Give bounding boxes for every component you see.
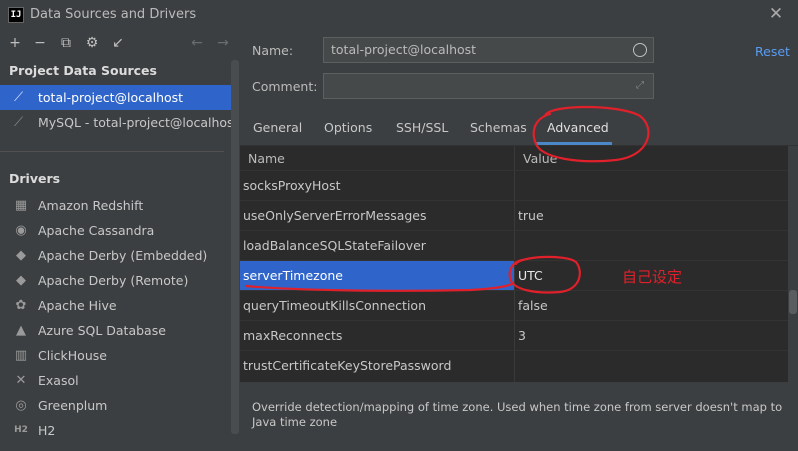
drivers-title: Drivers [9,171,61,186]
section-divider [0,151,224,152]
table-row[interactable]: socksProxyHost [240,170,788,200]
driver-item-greenplum[interactable]: ◎ Greenplum [0,393,233,418]
property-value[interactable]: true [518,201,544,231]
driver-label: Apache Derby (Embedded) [38,248,208,263]
property-description: Override detection/mapping of time zone.… [252,400,783,429]
back-arrow-icon[interactable]: ← [188,34,206,52]
table-row[interactable]: useOnlyServerErrorMessages true [240,200,788,230]
settings-wrench-icon[interactable]: ⚙ [83,34,101,52]
duplicate-icon[interactable]: ⧉ [57,34,75,52]
annotation-note: 自己设定 [622,268,683,286]
driver-label: H2 [38,423,56,438]
driver-item-apache-derby-embedded[interactable]: ◆ Apache Derby (Embedded) [0,243,233,268]
driver-label: Amazon Redshift [38,198,144,213]
driver-item-apache-hive[interactable]: ✿ Apache Hive [0,293,233,318]
app-logo-icon: IJ [8,7,24,23]
driver-label: Azure SQL Database [38,323,166,338]
derby-icon: ◆ [16,273,26,288]
property-value[interactable]: false [518,291,548,321]
tab-schemas[interactable]: Schemas [470,120,527,135]
greenplum-icon: ◎ [15,398,27,413]
clickhouse-icon: ▥ [14,348,28,363]
comment-label: Comment: [252,79,318,94]
title-bar: IJ Data Sources and Drivers ✕ [0,0,798,30]
driver-label: Exasol [38,373,79,388]
table-scrollbar[interactable] [789,290,797,314]
import-icon[interactable]: ↙ [109,34,127,52]
exasol-icon: ✕ [15,373,27,388]
left-scrollbar[interactable] [231,60,239,434]
name-label: Name: [252,43,294,58]
driver-item-exasol[interactable]: ✕ Exasol [0,368,233,393]
property-value[interactable]: 3 [518,321,526,351]
driver-item-h2[interactable]: H2 H2 [0,418,233,443]
derby-icon: ◆ [16,248,26,263]
driver-label: Apache Cassandra [38,223,155,238]
expand-icon[interactable]: ⤢ [636,80,644,91]
database-plug-icon: ⟋ [14,115,24,130]
table-row[interactable]: trustCertificateKeyStorePassword [240,350,788,380]
tab-advanced[interactable]: Advanced [547,120,609,135]
property-name: maxReconnects [243,328,343,343]
property-name: loadBalanceSQLStateFailover [243,238,426,253]
left-toolbar: + − ⧉ ⚙ ↙ ← → [0,30,240,58]
driver-item-clickhouse[interactable]: ▥ ClickHouse [0,343,233,368]
driver-label: Greenplum [38,398,108,413]
property-name: trustCertificateKeyStorePassword [243,358,452,373]
driver-label: Apache Derby (Remote) [38,273,189,288]
data-source-label: total-project@localhost [38,90,184,105]
remove-icon[interactable]: − [31,34,49,52]
database-plug-icon: ⟋ [14,90,24,105]
h2-icon: H2 [14,425,28,435]
data-source-item[interactable]: ⟋ total-project@localhost [0,85,233,110]
data-source-item[interactable]: ⟋ MySQL - total-project@localhost [0,110,233,135]
cassandra-icon: ◉ [15,223,27,238]
column-header-name[interactable]: Name [248,151,285,166]
table-row[interactable]: queryTimeoutKillsConnection false [240,290,788,320]
property-name: socksProxyHost [243,178,341,193]
driver-item-apache-derby-remote[interactable]: ◆ Apache Derby (Remote) [0,268,233,293]
hive-icon: ✿ [15,298,27,313]
window-title: Data Sources and Drivers [30,7,197,22]
driver-label: ClickHouse [38,348,107,363]
name-field[interactable]: total-project@localhost [323,37,654,63]
tab-general[interactable]: General [253,120,302,135]
property-name: queryTimeoutKillsConnection [243,298,427,313]
property-name: useOnlyServerErrorMessages [243,208,427,223]
redshift-icon: ▦ [14,198,28,213]
data-source-label: MySQL - total-project@localhost [38,115,233,130]
driver-label: Apache Hive [38,298,117,313]
driver-item-apache-cassandra[interactable]: ◉ Apache Cassandra [0,218,233,243]
close-button[interactable]: ✕ [766,4,786,24]
color-circle-icon[interactable] [633,43,647,57]
comment-field[interactable] [323,73,654,99]
table-row[interactable]: loadBalanceSQLStateFailover [240,230,788,260]
table-row-selected[interactable]: serverTimezone UTC [240,260,788,291]
table-row[interactable]: maxReconnects 3 [240,320,788,350]
driver-item-amazon-redshift[interactable]: ▦ Amazon Redshift [0,193,233,218]
property-value-editor[interactable]: UTC [518,261,543,291]
property-name: serverTimezone [243,268,343,283]
tab-options[interactable]: Options [324,120,372,135]
tab-ssh-ssl[interactable]: SSH/SSL [396,120,448,135]
azure-icon: ▲ [16,323,26,338]
add-icon[interactable]: + [6,34,24,52]
project-data-sources-title: Project Data Sources [9,63,157,78]
reset-link[interactable]: Reset [755,44,790,59]
forward-arrow-icon[interactable]: → [214,34,232,52]
column-header-value[interactable]: Value [523,151,557,166]
driver-item-azure-sql-database[interactable]: ▲ Azure SQL Database [0,318,233,343]
properties-table: Name Value socksProxyHost useOnlyServerE… [240,146,788,382]
